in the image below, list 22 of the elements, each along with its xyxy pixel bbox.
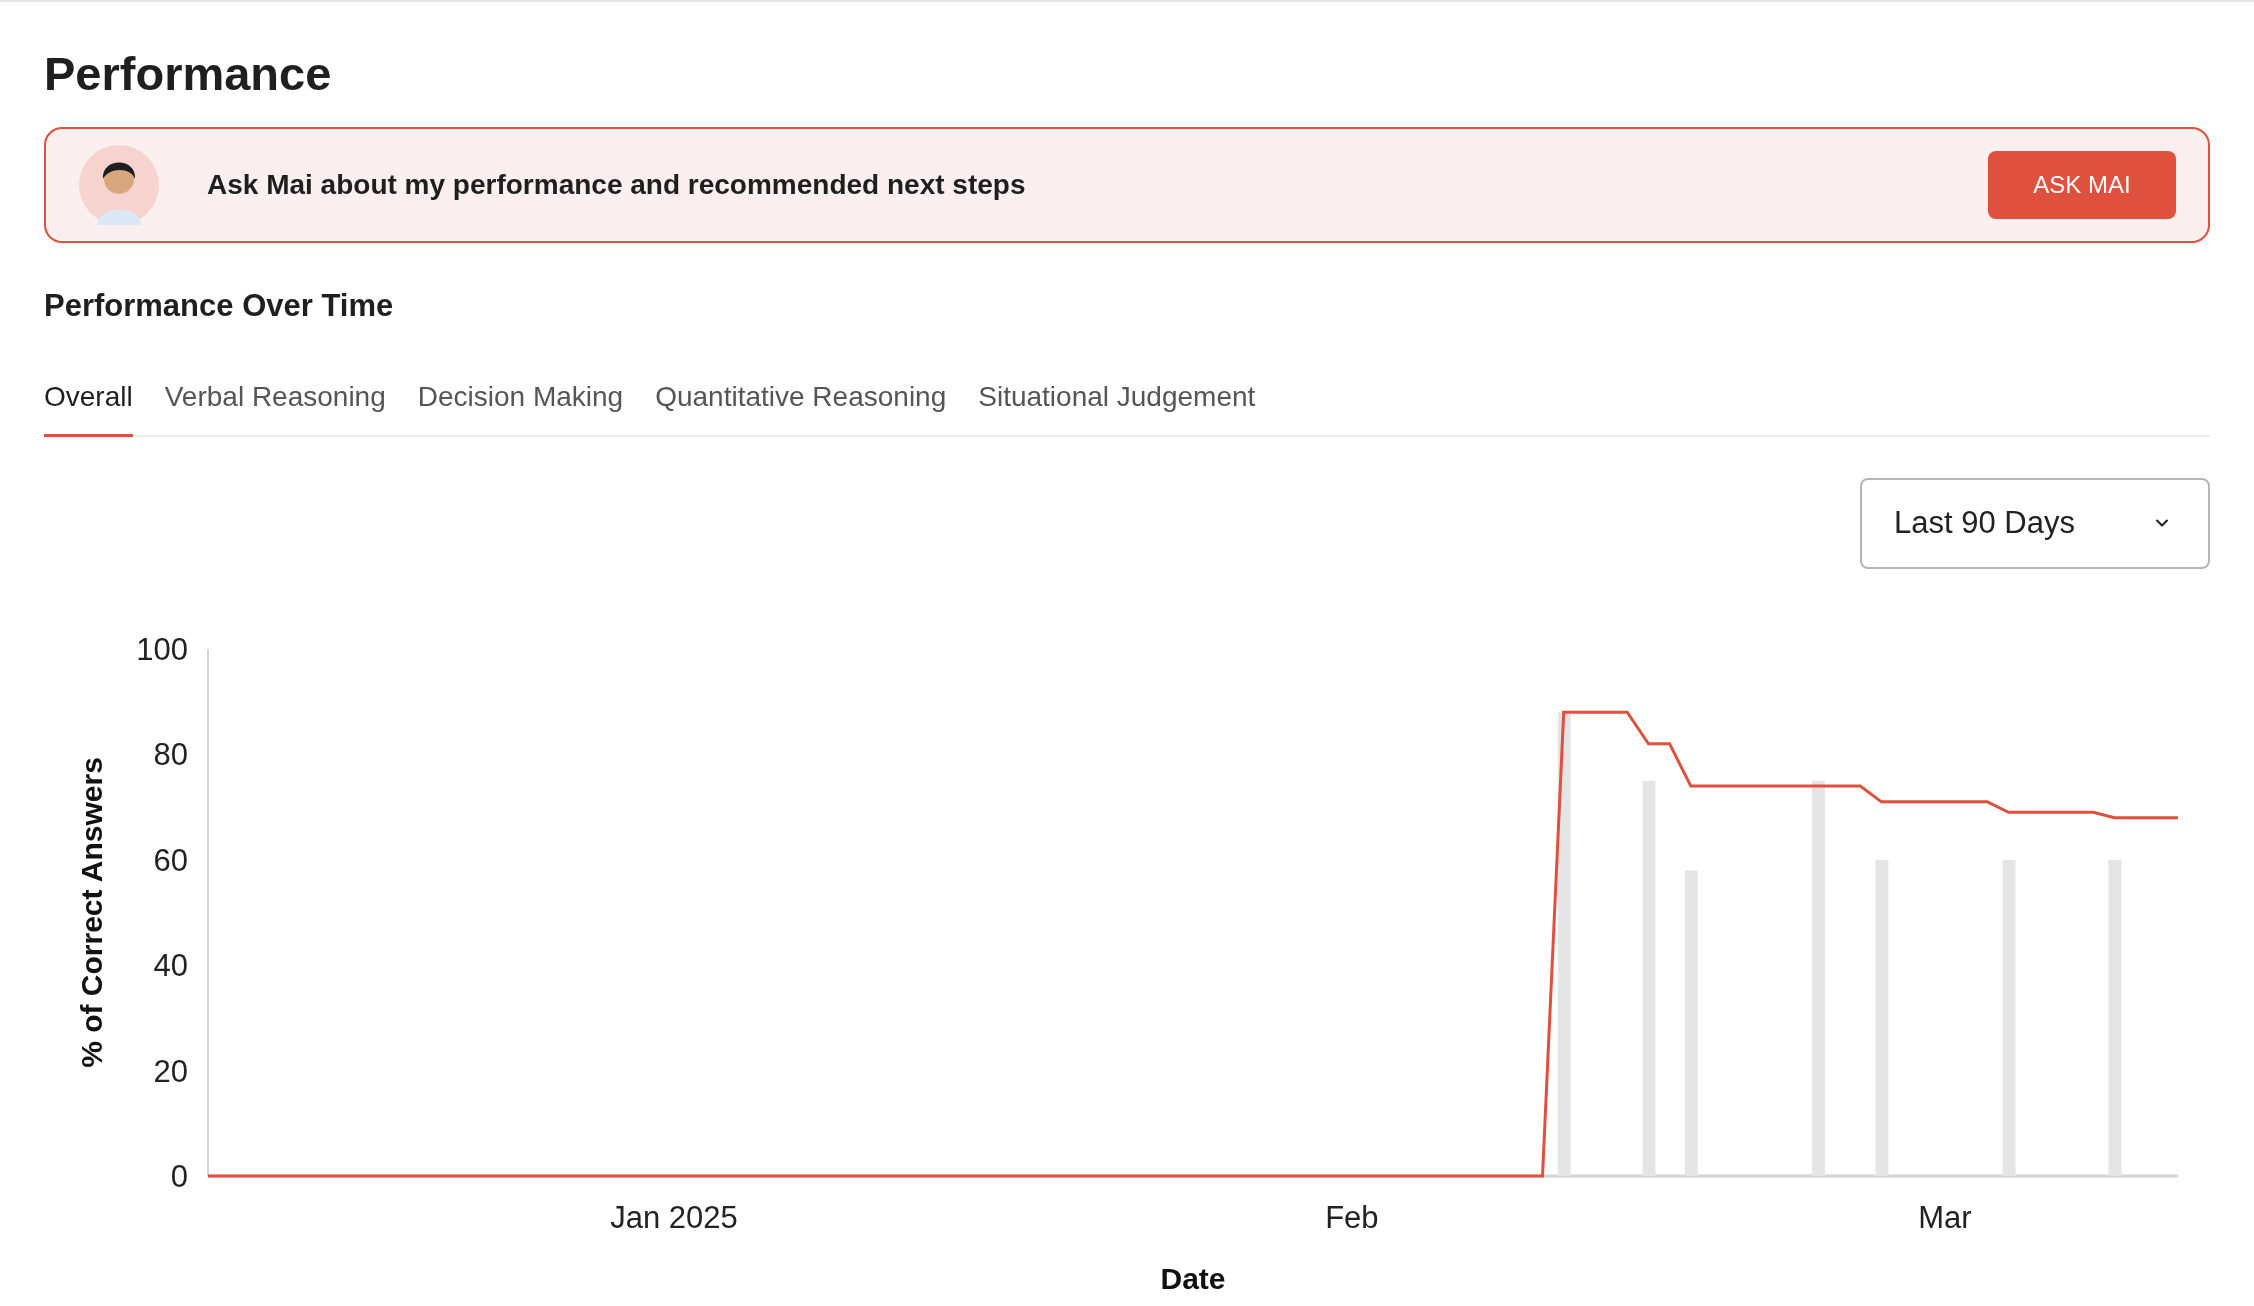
x-tick-label: Mar [1918,1199,1972,1235]
y-tick-label: 20 [153,1053,188,1089]
y-tick-label: 40 [153,947,188,983]
y-tick-label: 0 [170,1158,188,1194]
banner-text: Ask Mai about my performance and recommended next steps [207,168,1027,202]
category-tab[interactable]: Decision Making [417,375,624,437]
range-dropdown[interactable]: Last 90 Days [1860,477,2210,569]
page-title: Performance [44,50,333,97]
ask-mai-button[interactable]: ASK MAI [1988,151,2176,219]
x-axis-title: Date [1160,1261,1226,1295]
avatar-icon [79,145,159,225]
x-tick-label: Feb [1325,1199,1379,1235]
x-tick-label: Jan 2025 [610,1199,738,1235]
category-tab[interactable]: Quantitative Reasoning [655,375,947,437]
section-title: Performance Over Time [44,287,395,325]
y-tick-label: 60 [153,842,188,878]
category-tab[interactable]: Overall [44,375,133,437]
y-tick-label: 100 [136,631,188,667]
y-axis-title: % of Correct Answers [75,756,108,1068]
y-tick-label: 80 [153,736,188,772]
category-tab[interactable]: Situational Judgement [978,375,1256,437]
category-tab[interactable]: Verbal Reasoning [164,375,386,437]
